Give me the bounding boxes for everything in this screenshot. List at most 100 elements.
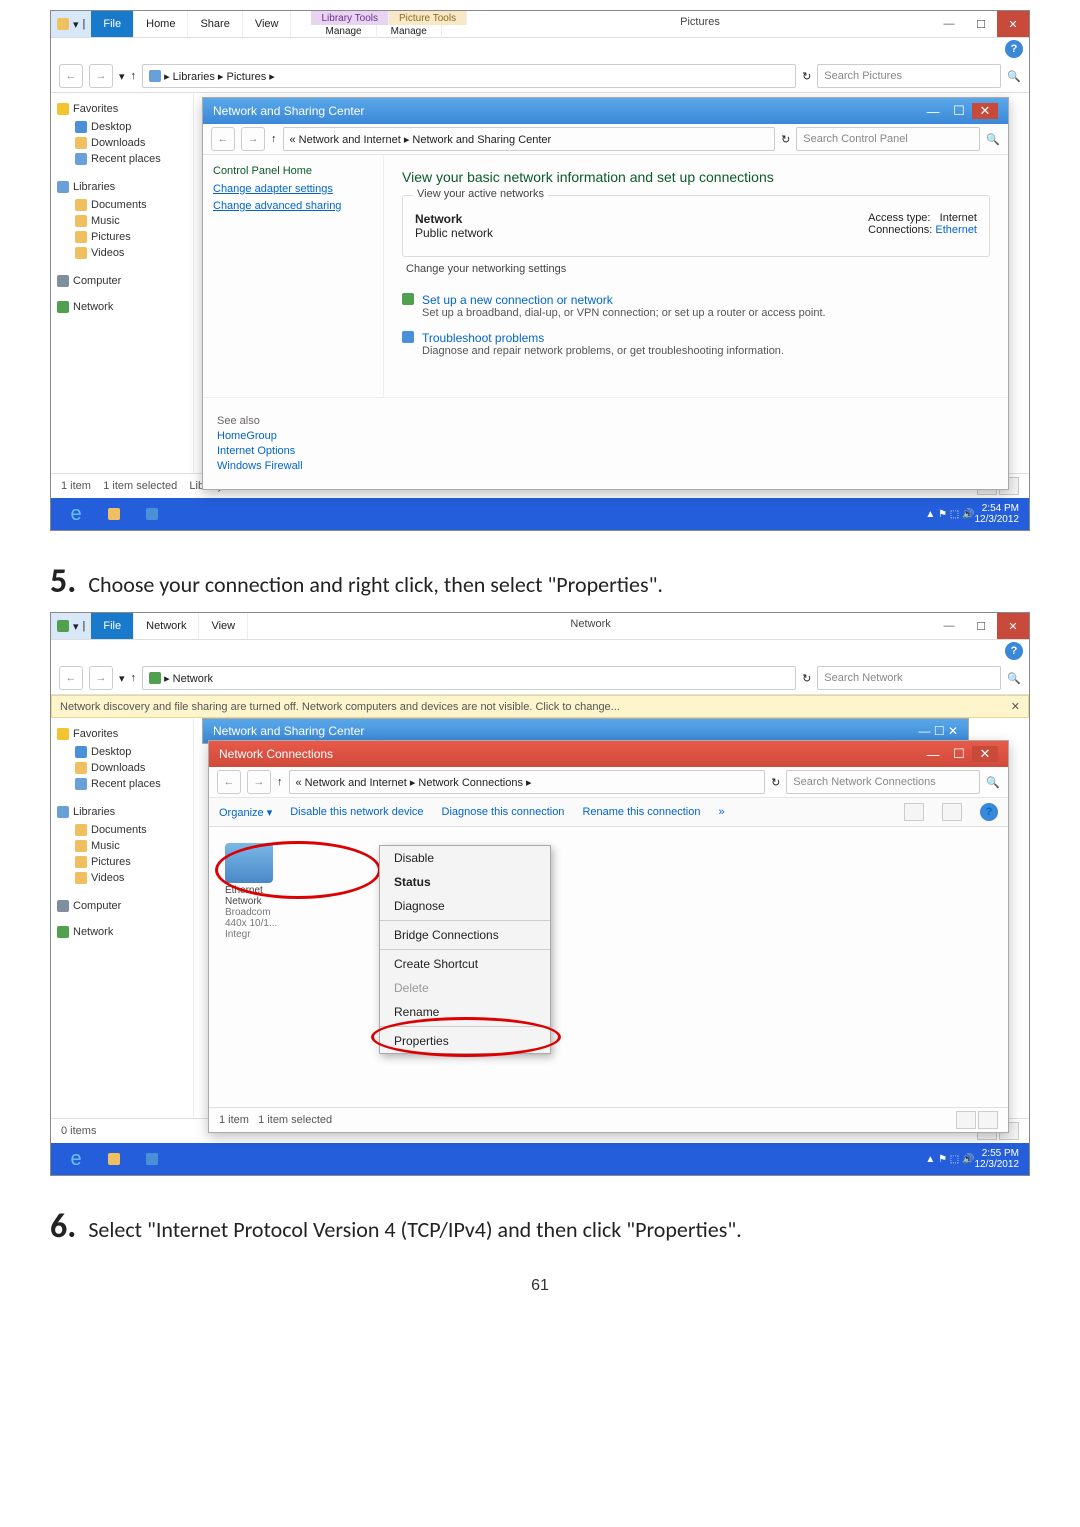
diagnose-button[interactable]: Diagnose this connection xyxy=(442,806,565,818)
inner-back-button[interactable]: ← xyxy=(211,127,235,151)
internet-options-link[interactable]: Internet Options xyxy=(217,445,994,457)
sidebar-item-computer-2[interactable]: Computer xyxy=(57,900,187,912)
forward-button[interactable]: → xyxy=(89,64,113,88)
sidebar-item-videos-2[interactable]: Videos xyxy=(57,870,187,886)
history-dropdown-icon-2[interactable]: ▾ xyxy=(119,672,125,685)
view-options-icon[interactable] xyxy=(904,803,924,821)
windows-firewall-link[interactable]: Windows Firewall xyxy=(217,460,994,472)
preview-pane-icon[interactable] xyxy=(942,803,962,821)
libraries-header-2[interactable]: Libraries xyxy=(57,806,187,818)
ethernet-adapter-item[interactable]: Ethernet Network Broadcom 440x 10/1... I… xyxy=(219,837,301,946)
sidebar-item-desktop[interactable]: Desktop xyxy=(57,119,187,135)
organize-button[interactable]: Organize ▾ xyxy=(219,806,272,819)
ctx-status[interactable]: Status xyxy=(380,870,550,894)
sidebar-item-music[interactable]: Music xyxy=(57,213,187,229)
nc-view-details-icon[interactable] xyxy=(956,1111,976,1129)
tab-share[interactable]: Share xyxy=(188,11,242,37)
nc-search-box[interactable]: Search Network Connections xyxy=(786,770,980,794)
close-button-2[interactable]: ✕ xyxy=(997,613,1029,639)
search-box-2[interactable]: Search Network xyxy=(817,666,1001,690)
inner-maximize-button[interactable]: ☐ xyxy=(946,103,972,119)
sidebar-item-documents-2[interactable]: Documents xyxy=(57,822,187,838)
sidebar-item-recent-2[interactable]: Recent places xyxy=(57,776,187,792)
inner-refresh-button[interactable]: ↻ xyxy=(781,133,790,146)
address-bar[interactable]: ▸ Libraries ▸ Pictures ▸ xyxy=(142,64,796,88)
nc-close-button[interactable]: ✕ xyxy=(972,746,998,762)
sidebar-item-network-2[interactable]: Network xyxy=(57,926,187,938)
inner-close-button[interactable]: ✕ xyxy=(972,103,998,119)
up-button-2[interactable]: ↑ xyxy=(131,672,137,684)
control-panel-home-link[interactable]: Control Panel Home xyxy=(213,165,373,177)
back-button[interactable]: ← xyxy=(59,64,83,88)
tab-network-2[interactable]: Network xyxy=(134,613,199,639)
ctx-properties[interactable]: Properties xyxy=(380,1029,550,1053)
tab-file-2[interactable]: File xyxy=(91,613,134,639)
nc-minimize-button[interactable]: — xyxy=(920,747,946,762)
sidebar-item-network[interactable]: Network xyxy=(57,301,187,313)
taskbar-ie-icon-2[interactable]: e xyxy=(57,1145,95,1173)
sidebar-item-desktop-2[interactable]: Desktop xyxy=(57,744,187,760)
sidebar-item-computer[interactable]: Computer xyxy=(57,275,187,287)
tray-flag-icon[interactable]: ▲ ⚑ ⬚ 🔊 xyxy=(925,509,974,520)
sidebar-item-recent[interactable]: Recent places xyxy=(57,151,187,167)
nc-view-large-icon[interactable] xyxy=(978,1111,998,1129)
disable-device-button[interactable]: Disable this network device xyxy=(290,806,423,818)
troubleshoot-link[interactable]: Troubleshoot problems xyxy=(422,331,784,345)
help-icon[interactable]: ? xyxy=(1005,40,1023,58)
ctx-diagnose[interactable]: Diagnose xyxy=(380,894,550,918)
tab-manage-1[interactable]: Manage xyxy=(311,25,376,38)
maximize-button-2[interactable]: ☐ xyxy=(965,613,997,639)
up-button[interactable]: ↑ xyxy=(131,70,137,82)
taskbar-explorer-icon-2[interactable] xyxy=(95,1145,133,1173)
nc-help-icon[interactable]: ? xyxy=(980,803,998,821)
history-dropdown-icon[interactable]: ▾ xyxy=(119,70,125,83)
forward-button-2[interactable]: → xyxy=(89,666,113,690)
nsc-min-icon[interactable]: — ☐ ✕ xyxy=(919,724,958,738)
info-bar-close-icon[interactable]: ✕ xyxy=(1011,700,1020,713)
down-icon[interactable]: ▾ xyxy=(73,620,79,633)
down-icon[interactable]: ▾ xyxy=(73,18,79,31)
taskbar-explorer-icon[interactable] xyxy=(95,500,133,528)
nc-back-button[interactable]: ← xyxy=(217,770,241,794)
change-advanced-sharing-link[interactable]: Change advanced sharing xyxy=(213,200,373,212)
inner-minimize-button[interactable]: — xyxy=(920,104,946,119)
sidebar-item-downloads-2[interactable]: Downloads xyxy=(57,760,187,776)
tray-icons-2[interactable]: ▲ ⚑ ⬚ 🔊 xyxy=(925,1154,974,1165)
tab-view-2[interactable]: View xyxy=(199,613,248,639)
homegroup-link[interactable]: HomeGroup xyxy=(217,430,994,442)
taskbar-app-icon-2[interactable] xyxy=(133,1145,171,1173)
ctx-rename[interactable]: Rename xyxy=(380,1000,550,1024)
nc-refresh-button[interactable]: ↻ xyxy=(771,776,780,789)
sidebar-item-music-2[interactable]: Music xyxy=(57,838,187,854)
favorites-header-2[interactable]: Favorites xyxy=(57,728,187,740)
tab-manage-2[interactable]: Manage xyxy=(377,25,442,38)
search-box[interactable]: Search Pictures xyxy=(817,64,1001,88)
minimize-button-2[interactable]: — xyxy=(933,613,965,639)
network-discovery-info-bar[interactable]: Network discovery and file sharing are t… xyxy=(51,695,1029,718)
sidebar-item-downloads[interactable]: Downloads xyxy=(57,135,187,151)
refresh-button[interactable]: ↻ xyxy=(802,70,811,83)
rename-button[interactable]: Rename this connection xyxy=(582,806,700,818)
help-icon-2[interactable]: ? xyxy=(1005,642,1023,660)
sidebar-item-pictures[interactable]: Pictures xyxy=(57,229,187,245)
ethernet-link[interactable]: Ethernet xyxy=(935,224,977,236)
back-button-2[interactable]: ← xyxy=(59,666,83,690)
inner-address-bar[interactable]: « Network and Internet ▸ Network and Sha… xyxy=(283,127,776,151)
inner-up-button[interactable]: ↑ xyxy=(271,133,277,145)
tab-library-tools[interactable]: Library Tools xyxy=(311,11,389,25)
taskbar-app-icon[interactable] xyxy=(133,500,171,528)
address-bar-2[interactable]: ▸ Network xyxy=(142,666,796,690)
sidebar-item-documents[interactable]: Documents xyxy=(57,197,187,213)
ctx-disable[interactable]: Disable xyxy=(380,846,550,870)
tab-file[interactable]: File xyxy=(91,11,134,37)
sidebar-item-videos[interactable]: Videos xyxy=(57,245,187,261)
change-adapter-settings-link[interactable]: Change adapter settings xyxy=(213,183,373,195)
nc-address-bar[interactable]: « Network and Internet ▸ Network Connect… xyxy=(289,770,766,794)
sidebar-item-pictures-2[interactable]: Pictures xyxy=(57,854,187,870)
ctx-bridge[interactable]: Bridge Connections xyxy=(380,923,550,947)
nc-maximize-button[interactable]: ☐ xyxy=(946,746,972,762)
refresh-button-2[interactable]: ↻ xyxy=(802,672,811,685)
ctx-shortcut[interactable]: Create Shortcut xyxy=(380,952,550,976)
close-button[interactable]: ✕ xyxy=(997,11,1029,37)
libraries-header[interactable]: Libraries xyxy=(57,181,187,193)
